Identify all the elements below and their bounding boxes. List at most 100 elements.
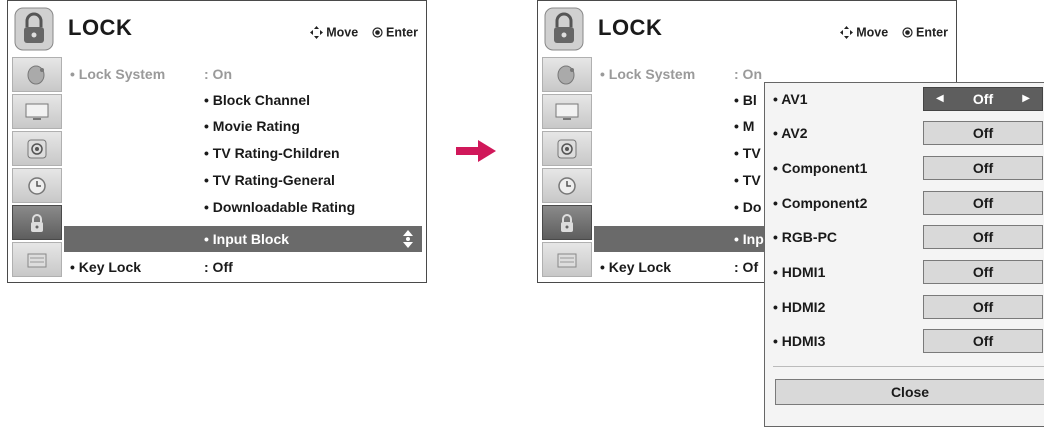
input-value: Off	[972, 125, 994, 141]
lock-system-value: : On	[204, 66, 232, 82]
sidebar-item-lock[interactable]	[12, 205, 62, 240]
enter-dot-icon	[902, 27, 913, 38]
move-hint: Move	[326, 25, 359, 40]
sidebar-item-time[interactable]	[12, 168, 62, 203]
satellite-dish-icon	[557, 65, 575, 84]
menu-item-label: Movie Rating	[212, 118, 300, 134]
input-toggle-hdmi2[interactable]: Off	[923, 295, 1043, 319]
category-sidebar	[542, 57, 592, 279]
enter-dot-icon	[372, 27, 383, 38]
input-label: HDMI2	[781, 299, 826, 315]
sidebar-item-picture[interactable]	[542, 94, 592, 129]
category-sidebar	[12, 57, 62, 279]
input-row-av1[interactable]: • AV1 ◀ Off ▶	[765, 85, 1044, 113]
arrow-right-icon[interactable]: ▶	[1022, 88, 1030, 110]
menu-item-label: Block Channel	[212, 92, 311, 108]
sidebar-item-time[interactable]	[542, 168, 592, 203]
key-lock-label: Key Lock	[608, 259, 672, 275]
transition-arrow	[456, 140, 496, 167]
right-arrow-icon	[456, 140, 496, 162]
menu-item-label: Input Block	[212, 231, 290, 247]
speaker-icon	[557, 139, 577, 158]
key-lock-row[interactable]: • Key Lock : Off	[64, 254, 422, 280]
menu-item-input-block[interactable]: • Input Block	[64, 226, 422, 252]
move-arrows-icon	[310, 26, 324, 40]
key-lock-value: : Off	[204, 259, 233, 275]
lock-icon	[14, 7, 54, 51]
input-label: Component2	[781, 195, 868, 211]
menu-item-label: TV Rating-General	[212, 172, 335, 188]
input-value: Off	[972, 160, 994, 176]
menu-header: LOCK Move Enter	[538, 1, 956, 57]
popup-divider	[773, 366, 1044, 367]
input-toggle-av1[interactable]: ◀ Off ▶	[923, 87, 1043, 111]
page-title: LOCK	[68, 15, 133, 40]
input-toggle-component1[interactable]: Off	[923, 156, 1043, 180]
sidebar-item-option[interactable]	[12, 242, 62, 277]
input-value: Off	[972, 333, 994, 349]
sidebar-item-setup[interactable]	[542, 57, 592, 92]
sidebar-item-audio[interactable]	[12, 131, 62, 166]
input-label: RGB-PC	[781, 229, 838, 245]
sidebar-item-picture[interactable]	[12, 94, 62, 129]
input-value: Off	[972, 195, 994, 211]
monitor-icon	[555, 103, 579, 120]
input-row-component1[interactable]: • Component1 Off	[765, 154, 1044, 182]
option-icon	[27, 253, 47, 267]
enter-hint: Enter	[916, 25, 948, 40]
clock-icon	[558, 176, 576, 195]
input-toggle-hdmi3[interactable]: Off	[923, 329, 1043, 353]
lock-icon	[544, 7, 584, 51]
input-row-hdmi3[interactable]: • HDMI3 Off	[765, 327, 1044, 355]
input-row-hdmi2[interactable]: • HDMI2 Off	[765, 293, 1044, 321]
lock-system-label: Lock System	[608, 66, 696, 82]
input-toggle-av2[interactable]: Off	[923, 121, 1043, 145]
lock-system-row[interactable]: • Lock System : On	[64, 61, 422, 87]
scroll-updown-icon	[403, 230, 413, 248]
lock-menu-panel: LOCK Move Enter • Lock System: On • Blo…	[7, 0, 427, 283]
sidebar-item-audio[interactable]	[542, 131, 592, 166]
speaker-icon	[27, 139, 47, 158]
input-value: Off	[972, 229, 994, 245]
close-button[interactable]: Close	[775, 379, 1044, 405]
input-toggle-hdmi1[interactable]: Off	[923, 260, 1043, 284]
clock-icon	[28, 176, 46, 195]
sidebar-item-setup[interactable]	[12, 57, 62, 92]
menu-item-block-channel[interactable]: • Block Channel	[64, 87, 422, 113]
menu-item-tv-rating-children[interactable]: • TV Rating-Children	[64, 140, 422, 166]
menu-item-label: TV	[742, 145, 761, 161]
option-icon	[557, 253, 577, 267]
arrow-left-icon[interactable]: ◀	[936, 88, 944, 110]
input-label: AV1	[781, 91, 808, 107]
menu-item-downloadable-rating[interactable]: • Downloadable Rating	[64, 194, 422, 220]
menu-item-label: Downloadable Rating	[212, 199, 356, 215]
input-value: Off	[972, 264, 994, 280]
input-label: Component1	[781, 160, 868, 176]
menu-item-label: Inp	[742, 231, 764, 247]
nav-hints: Move Enter	[310, 25, 418, 40]
input-value: Off	[972, 91, 994, 107]
menu-item-movie-rating[interactable]: • Movie Rating	[64, 113, 422, 139]
input-toggle-rgb-pc[interactable]: Off	[923, 225, 1043, 249]
input-toggle-component2[interactable]: Off	[923, 191, 1043, 215]
sidebar-item-option[interactable]	[542, 242, 592, 277]
menu-item-tv-rating-general[interactable]: • TV Rating-General	[64, 167, 422, 193]
key-lock-value: : Of	[734, 259, 759, 275]
input-label: AV2	[781, 125, 808, 141]
lock-small-icon	[561, 213, 573, 232]
satellite-dish-icon	[27, 65, 45, 84]
input-row-component2[interactable]: • Component2 Off	[765, 189, 1044, 217]
input-row-hdmi1[interactable]: • HDMI1 Off	[765, 258, 1044, 286]
input-row-av2[interactable]: • AV2 Off	[765, 119, 1044, 147]
sidebar-item-lock[interactable]	[542, 205, 592, 240]
lock-small-icon	[31, 213, 43, 232]
input-value: Off	[972, 299, 994, 315]
page-title: LOCK	[598, 15, 663, 40]
menu-header: LOCK Move Enter	[8, 1, 426, 57]
input-row-rgb-pc[interactable]: • RGB-PC Off	[765, 223, 1044, 251]
menu-item-label: TV	[742, 172, 761, 188]
enter-hint: Enter	[386, 25, 418, 40]
menu-item-label: M	[742, 118, 755, 134]
monitor-icon	[25, 103, 49, 120]
nav-hints: Move Enter	[840, 25, 948, 40]
